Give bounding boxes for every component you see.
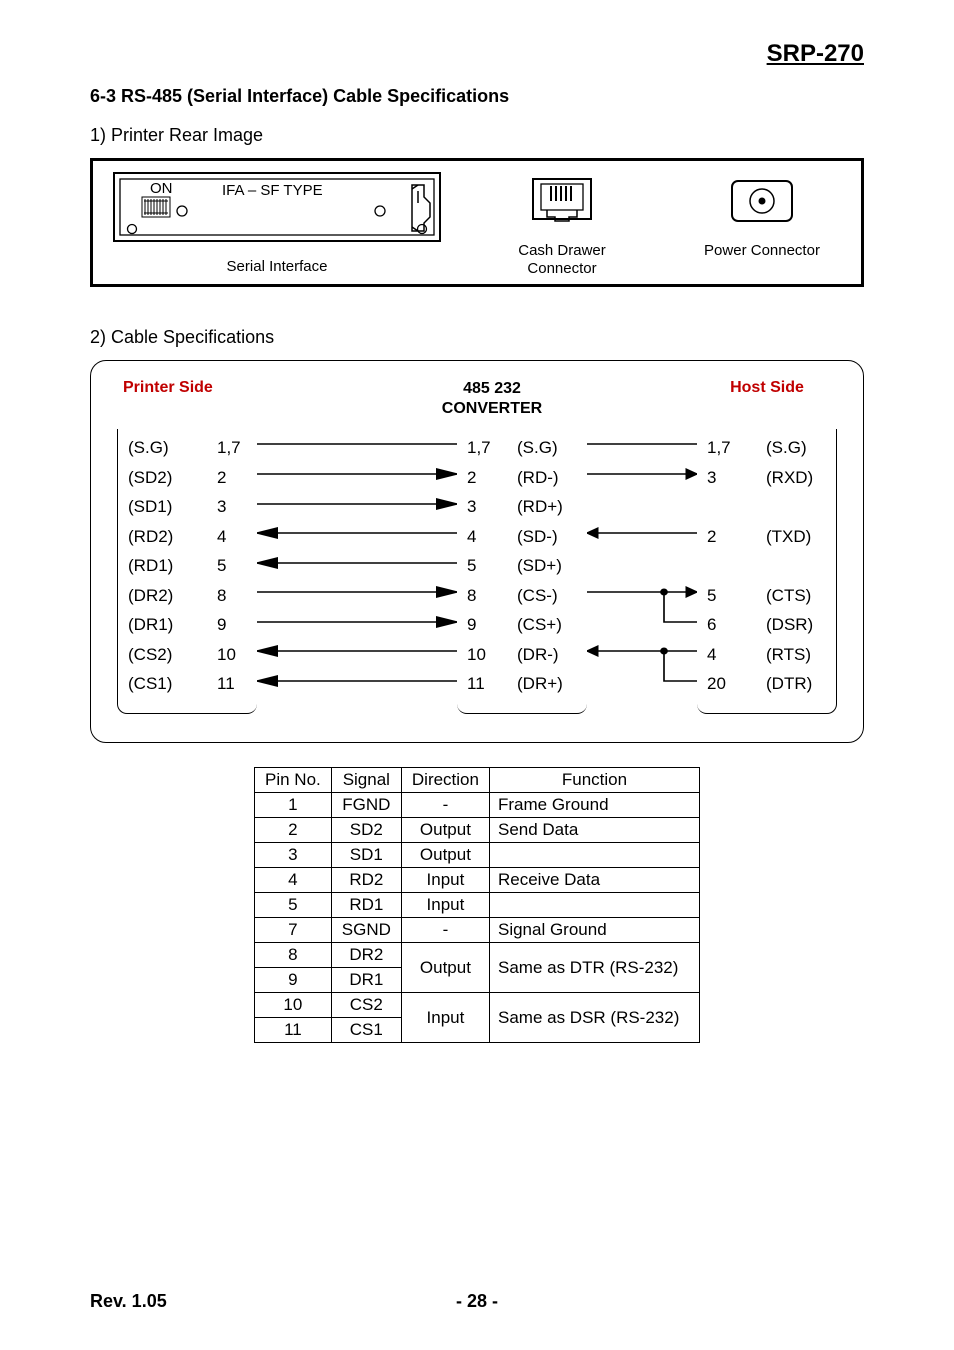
host-pin-row [707, 551, 826, 581]
subheading-1: 1) Printer Rear Image [90, 125, 864, 146]
rear-panel-box: ON IFA – SF TYPE [90, 158, 864, 287]
converter-pin-row: 1,7(S.G) [467, 433, 577, 463]
wiring-lines-left [257, 429, 457, 724]
serial-interface-block: ON IFA – SF TYPE [107, 171, 447, 276]
table-row: 3SD1Output [255, 843, 700, 868]
printer-pin-row: (RD1)5 [128, 551, 247, 581]
table-header: Pin No. [255, 768, 332, 793]
host-pin-row: 5(CTS) [707, 581, 826, 611]
serial-interface-drawing: ON IFA – SF TYPE [112, 171, 442, 243]
subheading-2: 2) Cable Specifications [90, 327, 864, 348]
printer-side-title: Printer Side [117, 379, 287, 419]
table-row: 1FGND-Frame Ground [255, 793, 700, 818]
host-pin-row: 20(DTR) [707, 669, 826, 699]
converter-pin-row: 9(CS+) [467, 610, 577, 640]
ifa-label: IFA – SF TYPE [222, 182, 323, 199]
cash-drawer-block: Cash Drawer Connector [477, 171, 647, 278]
converter-pin-row: 5(SD+) [467, 551, 577, 581]
table-header: Direction [401, 768, 489, 793]
printer-pin-row: (RD2)4 [128, 522, 247, 552]
document-title: SRP-270 [90, 40, 864, 68]
revision-label: Rev. 1.05 [90, 1291, 167, 1312]
table-row: 5RD1Input [255, 893, 700, 918]
table-row: 8DR2OutputSame as DTR (RS-232) [255, 943, 700, 968]
power-label: Power Connector [677, 242, 847, 260]
page-number: - 28 - [456, 1291, 498, 1312]
table-row: 4RD2InputReceive Data [255, 868, 700, 893]
table-row: 7SGND-Signal Ground [255, 918, 700, 943]
printer-pin-column: (S.G)1,7(SD2)2(SD1)3(RD2)4(RD1)5(DR2)8(D… [117, 429, 257, 714]
drawer-label: Cash Drawer Connector [477, 242, 647, 278]
wiring-diagram-box: Printer Side 485 232CONVERTER Host Side … [90, 360, 864, 743]
converter-title: 485 232CONVERTER [412, 379, 572, 419]
printer-pin-row: (DR2)8 [128, 581, 247, 611]
host-pin-row: 3(RXD) [707, 463, 826, 493]
host-pin-row: 1,7(S.G) [707, 433, 826, 463]
table-row: 10CS2InputSame as DSR (RS-232) [255, 993, 700, 1018]
host-pin-column: 1,7(S.G)3(RXD) 2(TXD) 5(CTS)6(DSR)4(RTS)… [697, 429, 837, 714]
table-header: Signal [331, 768, 401, 793]
page-footer: Rev. 1.05 - 28 - [90, 1291, 864, 1312]
host-pin-row: 2(TXD) [707, 522, 826, 552]
host-pin-row: 6(DSR) [707, 610, 826, 640]
power-connector-icon [726, 171, 798, 227]
table-row: 2SD2OutputSend Data [255, 818, 700, 843]
printer-pin-row: (SD2)2 [128, 463, 247, 493]
converter-pin-row: 3(RD+) [467, 492, 577, 522]
power-connector-block: Power Connector [677, 171, 847, 260]
wiring-lines-right [587, 429, 697, 724]
printer-pin-row: (SD1)3 [128, 492, 247, 522]
printer-pin-row: (CS1)11 [128, 669, 247, 699]
on-label: ON [150, 180, 173, 197]
converter-pin-row: 4(SD-) [467, 522, 577, 552]
host-side-title: Host Side [697, 379, 837, 419]
printer-pin-row: (DR1)9 [128, 610, 247, 640]
table-header: Function [489, 768, 699, 793]
serial-label: Serial Interface [107, 258, 447, 276]
converter-pin-row: 2(RD-) [467, 463, 577, 493]
printer-pin-row: (S.G)1,7 [128, 433, 247, 463]
rj-connector-icon [527, 171, 597, 227]
section-heading: 6-3 RS-485 (Serial Interface) Cable Spec… [90, 86, 864, 107]
converter-pin-row: 11(DR+) [467, 669, 577, 699]
converter-pin-row: 10(DR-) [467, 640, 577, 670]
pin-table: Pin No.SignalDirectionFunction 1FGND-Fra… [254, 767, 700, 1043]
printer-pin-row: (CS2)10 [128, 640, 247, 670]
converter-pin-row: 8(CS-) [467, 581, 577, 611]
converter-pin-column: 1,7(S.G)2(RD-)3(RD+)4(SD-)5(SD+)8(CS-)9(… [457, 429, 587, 714]
host-pin-row [707, 492, 826, 522]
host-pin-row: 4(RTS) [707, 640, 826, 670]
